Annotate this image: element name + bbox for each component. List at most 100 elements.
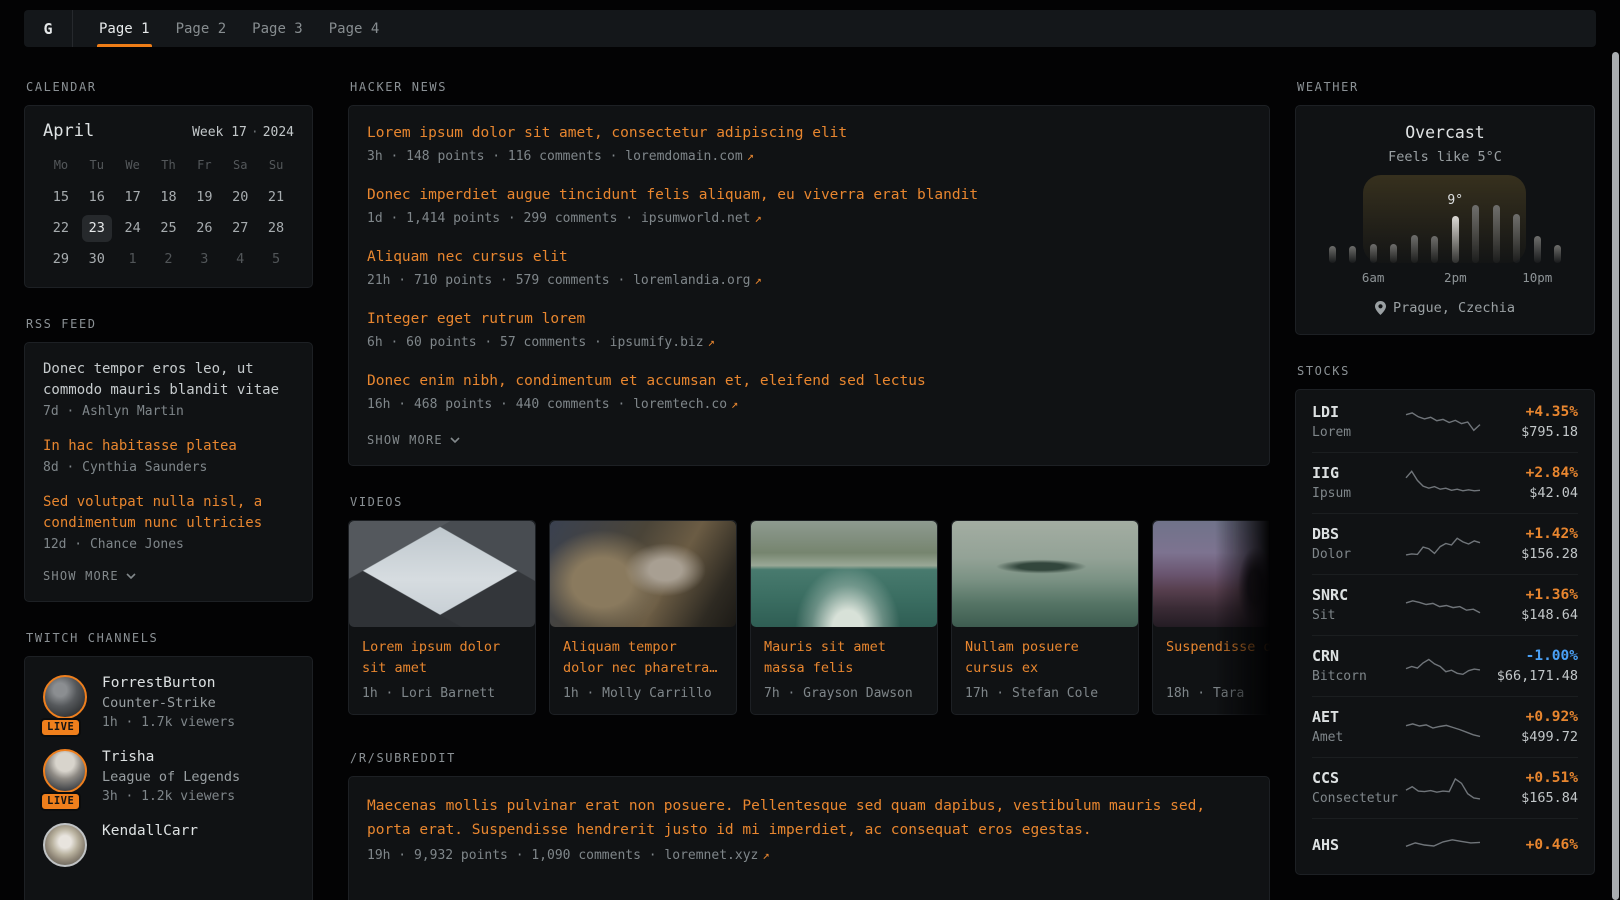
stock-symbol: DBS [1312, 525, 1404, 543]
calendar-grid: MoTuWeThFrSaSu15161718192021222324252627… [43, 158, 294, 273]
weather-bar-slot [1527, 175, 1548, 263]
hackernews-show-more-button[interactable]: SHOW MORE [367, 433, 460, 447]
stock-symbol: CCS [1312, 769, 1404, 787]
calendar-day: 18 [153, 184, 183, 211]
twitch-channel-info: TrishaLeague of Legends3h · 1.2k viewers [102, 749, 240, 804]
video-card[interactable]: Lorem ipsum dolor sit amet consectetu…1h… [348, 520, 536, 715]
tab-page-1[interactable]: Page 1 [99, 10, 150, 47]
hackernews-item: Lorem ipsum dolor sit amet, consectetur … [367, 123, 1251, 164]
item-domain-link[interactable]: loremtech.co [633, 397, 727, 412]
weather-bar [1329, 246, 1336, 263]
hackernews-item-link[interactable]: Donec imperdiet augue tincidunt felis al… [367, 185, 1251, 206]
video-thumbnail [349, 521, 535, 627]
post-domain-link[interactable]: loremnet.xyz [664, 848, 758, 863]
video-card[interactable]: Suspendisse diam18h · Tara [1152, 520, 1270, 715]
weather-hourly-chart: 9° 6am2pm10pm [1322, 175, 1568, 285]
twitch-avatar-wrap [43, 823, 87, 867]
calendar-day: 15 [46, 184, 76, 211]
rss-item: Sed volutpat nulla nisl, a condimentum n… [43, 492, 294, 552]
stock-name: Amet [1312, 730, 1404, 745]
video-card[interactable]: Mauris sit amet massa felis7h · Grayson … [750, 520, 938, 715]
stock-values: +4.35%$795.18 [1482, 404, 1578, 440]
calendar-widget: April Week 17·2024 MoTuWeThFrSaSu1516171… [24, 105, 313, 288]
videos-section-label: VIDEOS [350, 495, 1270, 509]
app-logo[interactable]: G [24, 10, 72, 47]
hackernews-item-link[interactable]: Integer eget rutrum lorem [367, 309, 1251, 330]
stock-sparkline [1404, 830, 1482, 860]
stock-sparkline [1404, 773, 1482, 803]
rss-show-more-button[interactable]: SHOW MORE [43, 569, 136, 583]
hackernews-item-meta: 1d · 1,414 points · 299 comments · ipsum… [367, 211, 1251, 226]
stock-change: +1.42% [1482, 526, 1578, 542]
stock-identity: CRNBitcorn [1312, 647, 1404, 684]
calendar-day: 4 [225, 246, 255, 273]
calendar-week-year: Week 17·2024 [192, 125, 294, 140]
rss-item-meta: 12d · Chance Jones [43, 537, 294, 552]
stock-change: +1.36% [1482, 587, 1578, 603]
subreddit-widget: Maecenas mollis pulvinar erat non posuer… [348, 776, 1270, 900]
page-scrollbar-thumb[interactable] [1612, 52, 1619, 900]
video-card[interactable]: Nullam posuere cursus ex17h · Stefan Col… [951, 520, 1139, 715]
stock-price: $42.04 [1482, 485, 1578, 501]
twitch-channel-row[interactable]: KendallCarr [43, 823, 294, 867]
calendar-day: 17 [118, 184, 148, 211]
subreddit-post-link[interactable]: Maecenas mollis pulvinar erat non posuer… [367, 795, 1251, 842]
chevron-down-icon [126, 573, 136, 579]
calendar-week-label: Week 17 [192, 125, 247, 140]
item-domain-link[interactable]: ipsumify.biz [610, 335, 704, 350]
rss-item-meta: 7d · Ashlyn Martin [43, 404, 294, 419]
main-content: CALENDAR April Week 17·2024 MoTuWeThFrSa… [24, 80, 1595, 900]
show-more-label: SHOW MORE [367, 433, 443, 447]
twitch-channel-row[interactable]: LIVE TrishaLeague of Legends3h · 1.2k vie… [43, 749, 294, 804]
video-thumbnail [1153, 521, 1270, 627]
item-domain-link[interactable]: loremlandia.org [633, 273, 750, 288]
hackernews-item: Integer eget rutrum lorem6h · 60 points … [367, 309, 1251, 350]
stock-price: $66,171.48 [1482, 668, 1578, 684]
calendar-weekday: Tu [79, 158, 115, 180]
video-meta: 1h · Molly Carrillo [563, 686, 723, 701]
video-title: Nullam posuere cursus ex [965, 637, 1125, 679]
stock-values: +1.42%$156.28 [1482, 526, 1578, 562]
twitch-channel-name: ForrestBurton [102, 675, 235, 691]
nav-divider [72, 10, 73, 47]
weather-bar-slot [1404, 175, 1425, 263]
dashboard-page: G Page 1 Page 2 Page 3 Page 4 CALENDAR Apri… [0, 0, 1620, 900]
stock-symbol: LDI [1312, 403, 1404, 421]
stock-values: +1.36%$148.64 [1482, 587, 1578, 623]
weather-bar-slot [1343, 175, 1364, 263]
stock-symbol: AHS [1312, 836, 1404, 854]
hackernews-item-meta: 21h · 710 points · 579 comments · loreml… [367, 273, 1251, 288]
stock-row: LDI Lorem +4.35%$795.18 [1312, 392, 1578, 452]
stock-price: $795.18 [1482, 424, 1578, 440]
external-link-icon: ↗ [758, 848, 769, 862]
twitch-channel-game: League of Legends [102, 769, 240, 785]
weather-hour-label: 6am [1362, 270, 1385, 285]
twitch-avatar-wrap: LIVE [43, 749, 87, 804]
hackernews-item-link[interactable]: Donec enim nibh, condimentum et accumsan… [367, 371, 1251, 392]
weather-bar [1554, 245, 1561, 263]
rss-item-link[interactable]: In hac habitasse platea [43, 436, 294, 457]
rss-item-link[interactable]: Donec tempor eros leo, ut commodo mauris… [43, 359, 294, 401]
weather-bar [1349, 246, 1356, 263]
weather-bar-slot [1466, 175, 1487, 263]
calendar-day: 16 [82, 184, 112, 211]
left-column: CALENDAR April Week 17·2024 MoTuWeThFrSa… [24, 80, 313, 900]
external-link-icon: ↗ [727, 397, 738, 411]
stock-symbol: AET [1312, 708, 1404, 726]
external-link-icon: ↗ [743, 149, 754, 163]
external-link-icon: ↗ [751, 273, 762, 287]
item-domain-link[interactable]: loremdomain.com [625, 149, 742, 164]
tab-page-3[interactable]: Page 3 [252, 10, 303, 47]
calendar-header: April Week 17·2024 [43, 121, 294, 141]
twitch-channel-row[interactable]: LIVEForrestBurtonCounter-Strike1h · 1.7k… [43, 675, 294, 730]
video-card[interactable]: Aliquam tempor dolor nec pharetra…1h · M… [549, 520, 737, 715]
stock-row: AETAmet+0.92%$499.72 [1312, 696, 1578, 757]
rss-item-link[interactable]: Sed volutpat nulla nisl, a condimentum n… [43, 492, 294, 534]
tab-page-4[interactable]: Page 4 [329, 10, 380, 47]
item-domain-link[interactable]: ipsumworld.net [641, 211, 751, 226]
hackernews-item-link[interactable]: Aliquam nec cursus elit [367, 247, 1251, 268]
stock-name: Lorem [1312, 425, 1404, 440]
tab-page-2[interactable]: Page 2 [176, 10, 227, 47]
hackernews-item-link[interactable]: Lorem ipsum dolor sit amet, consectetur … [367, 123, 1251, 144]
weather-hour-label: 10pm [1522, 270, 1552, 285]
